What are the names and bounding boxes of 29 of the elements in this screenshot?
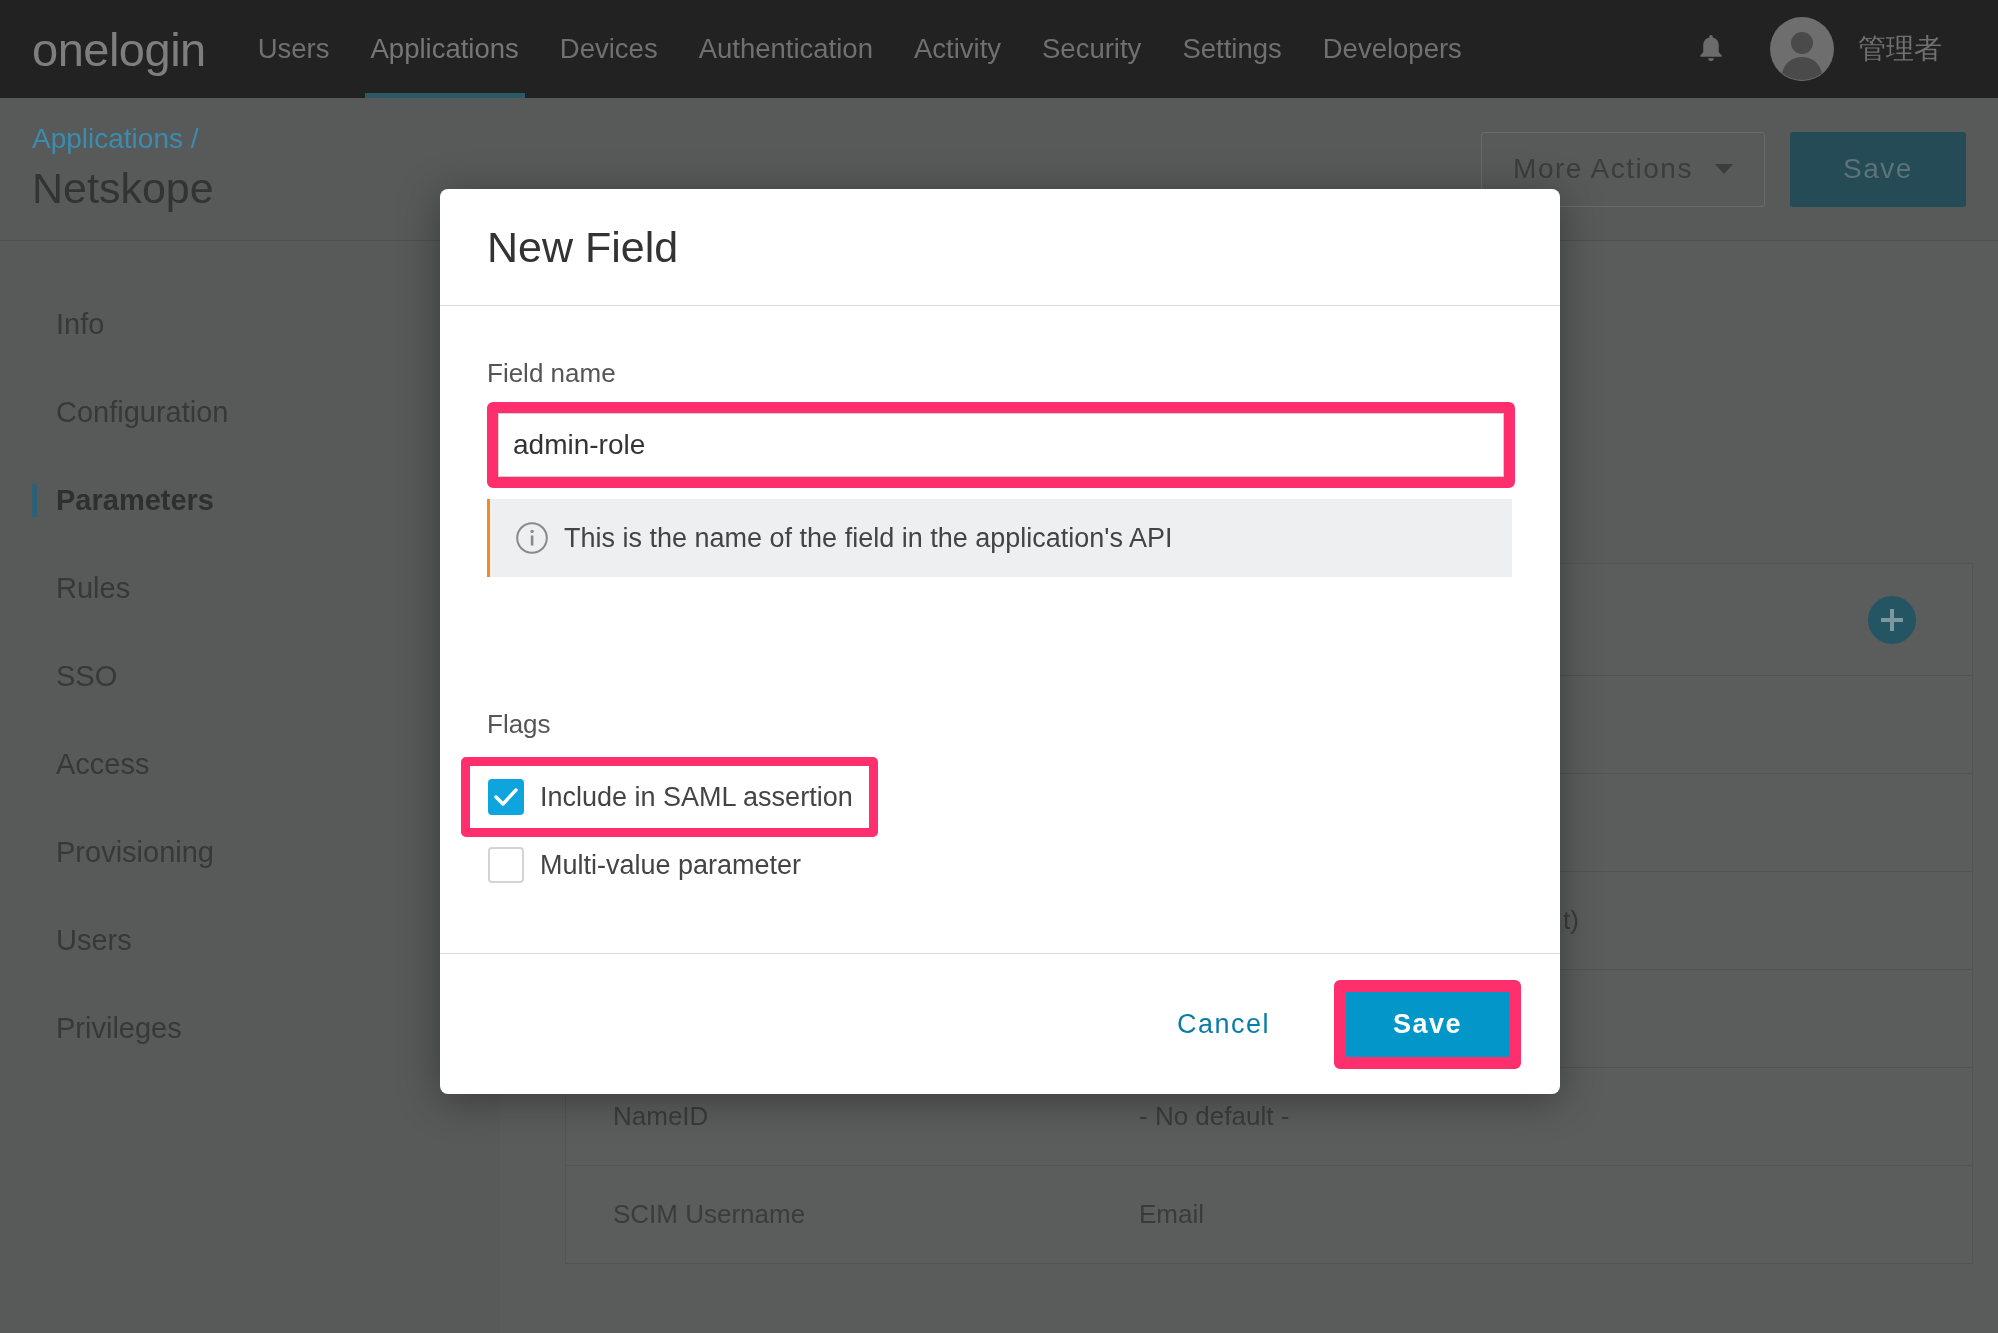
nav-tab[interactable]: Developers	[1316, 0, 1468, 98]
nav-tab[interactable]: Activity	[907, 0, 1008, 98]
nav-tab[interactable]: Users	[251, 0, 336, 98]
nav-tab[interactable]: Settings	[1176, 0, 1288, 98]
field-label: Field name	[487, 358, 616, 388]
user-name[interactable]: 管理者	[1858, 30, 1942, 68]
checkbox[interactable]	[488, 779, 524, 815]
checkbox-label[interactable]: Multi-value parameter	[540, 847, 802, 883]
save-button[interactable]: Save	[1346, 991, 1509, 1057]
bell-icon[interactable]	[1698, 35, 1724, 63]
nav-tab[interactable]: Security	[1036, 0, 1148, 98]
add-button[interactable]	[1868, 595, 1916, 644]
caret-icon	[1714, 164, 1733, 174]
save-button[interactable]: Save	[1790, 131, 1966, 207]
checkbox[interactable]	[488, 847, 524, 883]
hint-text: This is the name of the field in the application's API	[564, 522, 1173, 554]
nav-tab[interactable]: Devices	[553, 0, 664, 98]
flags-label: Flags	[487, 709, 551, 739]
info-icon	[516, 522, 548, 554]
checkbox-label[interactable]: Include in SAML assertion	[540, 779, 853, 815]
nav-tab[interactable]: Authentication	[692, 0, 879, 98]
checkmark-icon	[494, 788, 518, 806]
nav-tab[interactable]: Applications	[364, 0, 525, 98]
cancel-button[interactable]: Cancel	[1176, 1008, 1270, 1040]
breadcrumb-link[interactable]: Applications /	[32, 123, 199, 155]
dialog-title: New Field	[487, 222, 679, 272]
plus-icon	[1868, 595, 1916, 644]
avatar-icon[interactable]	[1770, 17, 1834, 81]
text-field[interactable]: admin-role	[498, 413, 1504, 477]
